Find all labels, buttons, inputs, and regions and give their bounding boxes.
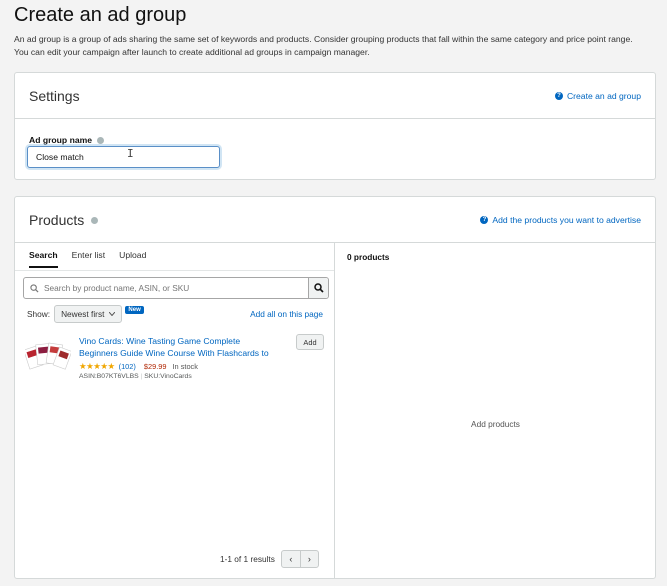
add-products-help-link[interactable]: ? Add the products you want to advertise	[480, 215, 641, 225]
add-all-on-page-link[interactable]: Add all on this page	[250, 309, 323, 319]
search-button[interactable]	[308, 278, 328, 298]
info-icon[interactable]	[91, 217, 99, 225]
product-title-link[interactable]: Vino Cards: Wine Tasting Game Complete B…	[79, 335, 279, 359]
tab-enter-list[interactable]: Enter list	[72, 250, 105, 268]
product-price: $29.99	[143, 362, 167, 371]
chevron-down-icon	[109, 312, 116, 316]
add-product-button[interactable]: Add	[296, 334, 324, 350]
products-header: Products ? Add the products you want to …	[15, 197, 655, 243]
results-count: 1-1 of 1 results	[220, 554, 275, 564]
text-cursor-icon: I	[127, 147, 134, 160]
page-description: An ad group is a group of ads sharing th…	[14, 33, 659, 59]
product-asin: ASIN:B07KT6VLBS	[79, 373, 139, 380]
product-sku: SKU:VinoCards	[144, 373, 192, 380]
create-ad-group-help-link[interactable]: ? Create an ad group	[554, 90, 641, 101]
next-page-button[interactable]: ›	[299, 551, 318, 567]
show-row: Show: Newest first New Add all on this p…	[27, 305, 323, 323]
tab-upload[interactable]: Upload	[119, 250, 146, 268]
tab-search[interactable]: Search	[29, 250, 58, 268]
product-thumbnail-image	[25, 342, 71, 370]
info-icon[interactable]	[97, 137, 105, 145]
ad-group-name-label: Ad group name	[29, 135, 105, 145]
products-title: Products	[29, 211, 85, 228]
empty-state-text: Add products	[471, 419, 520, 429]
new-badge: New	[125, 306, 144, 314]
page-title: Create an ad group	[14, 4, 187, 26]
page-description-line-2: You can edit your campaign after launch …	[14, 47, 370, 57]
product-search-pane: Search Enter list Upload Show: Newest fi…	[15, 243, 335, 579]
create-ad-group-help-label: Create an ad group	[566, 90, 641, 101]
settings-header: Settings ? Create an ad group	[15, 73, 655, 119]
add-products-help-label: Add the products you want to advertise	[492, 214, 641, 225]
product-source-tabs: Search Enter list Upload	[29, 250, 146, 268]
stock-status: In stock	[172, 362, 198, 371]
product-search-box	[23, 277, 329, 299]
search-icon	[24, 283, 44, 293]
added-products-count: 0 products	[347, 252, 390, 262]
search-icon	[313, 283, 324, 293]
settings-title: Settings	[29, 87, 80, 104]
help-icon: ?	[554, 91, 563, 100]
product-search-input[interactable]	[44, 283, 308, 293]
pagination: 1-1 of 1 results ‹ ›	[220, 550, 319, 568]
star-rating-icon: ★★★★★	[79, 361, 115, 371]
product-result-row: Vino Cards: Wine Tasting Game Complete B…	[25, 334, 325, 385]
product-meta: ★★★★★ (102) $29.99 In stock	[79, 361, 198, 372]
products-title-wrap: Products	[29, 211, 99, 228]
review-count-link[interactable]: (102)	[119, 362, 136, 371]
page-description-line-1: An ad group is a group of ads sharing th…	[14, 34, 633, 44]
product-identifiers: ASIN:B07KT6VLBS | SKU:VinoCards	[79, 373, 192, 380]
added-products-pane: 0 products Add products	[335, 243, 656, 579]
tabs-divider	[15, 270, 334, 271]
prev-page-button[interactable]: ‹	[282, 551, 300, 567]
products-card: Products ? Add the products you want to …	[14, 196, 656, 579]
help-icon: ?	[480, 215, 489, 224]
pagination-buttons: ‹ ›	[280, 550, 319, 568]
sort-select[interactable]: Newest first	[54, 305, 123, 323]
ad-group-name-input[interactable]	[27, 146, 220, 168]
settings-card: Settings ? Create an ad group Ad group n…	[14, 72, 656, 180]
sort-select-value: Newest first	[61, 309, 105, 319]
show-label: Show:	[27, 309, 51, 319]
ad-group-name-label-text: Ad group name	[29, 135, 93, 145]
